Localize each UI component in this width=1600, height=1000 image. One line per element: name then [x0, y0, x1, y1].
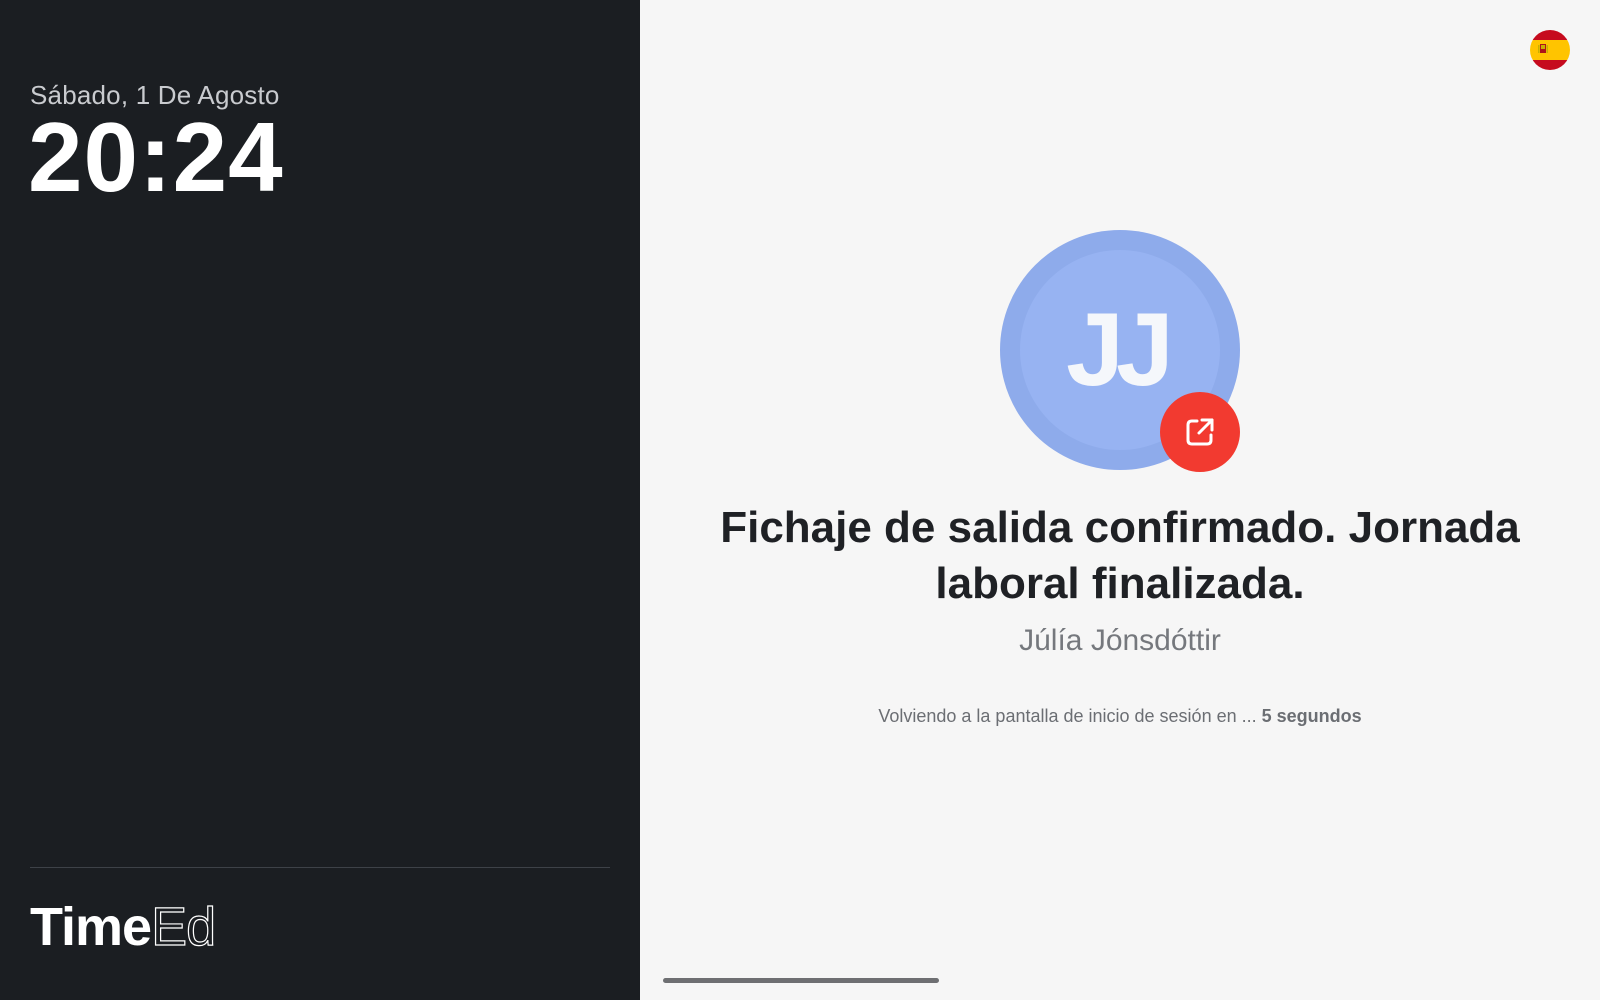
brand-logo-light: Ed — [150, 897, 216, 957]
avatar-initials: JJ — [1066, 292, 1174, 408]
spain-flag-icon[interactable] — [1530, 30, 1570, 70]
user-name: Júlía Jónsdóttir — [1019, 624, 1221, 657]
clock-panel: Sábado, 1 De Agosto 20:24 TimeEd — [0, 0, 640, 1000]
home-indicator[interactable] — [663, 978, 939, 983]
clock-out-badge — [1160, 392, 1240, 472]
current-time: 20:24 — [28, 102, 284, 212]
confirmation-message: Fichaje de salida confirmado. Jornada la… — [720, 503, 1520, 608]
confirmation-panel: JJ Fichaje de salida confirmado. Jornada… — [640, 0, 1600, 1000]
divider — [30, 867, 610, 868]
brand-logo-bold: Time — [30, 897, 152, 957]
redirect-countdown: 5 segundos — [1261, 706, 1362, 726]
brand-logo: TimeEd — [30, 897, 217, 957]
clock-out-arrow-icon — [1186, 418, 1214, 446]
redirect-notice: Volviendo a la pantalla de inicio de ses… — [680, 706, 1560, 727]
redirect-text: Volviendo a la pantalla de inicio de ses… — [878, 706, 1257, 726]
kiosk-screen: Sábado, 1 De Agosto 20:24 TimeEd JJ Fich… — [0, 0, 1600, 1000]
